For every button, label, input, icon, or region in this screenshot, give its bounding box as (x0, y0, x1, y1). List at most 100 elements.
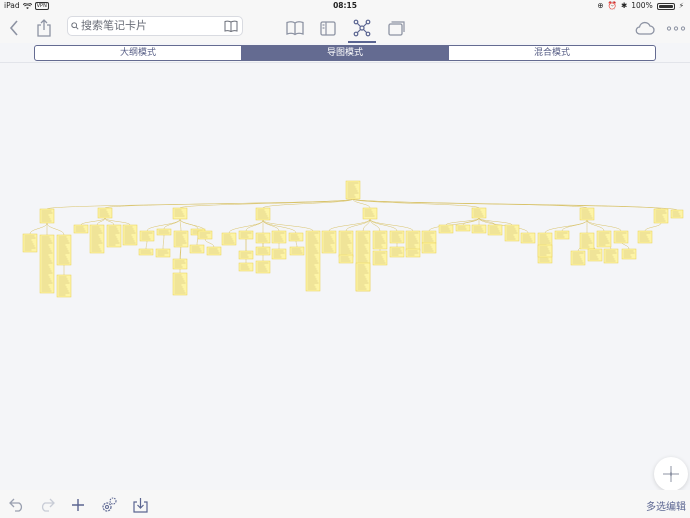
mindmap-card[interactable] (173, 230, 189, 248)
mindmap-card[interactable] (621, 248, 637, 260)
mindmap-card[interactable] (22, 233, 38, 253)
cloud-sync-icon[interactable] (635, 18, 655, 38)
import-icon[interactable] (131, 496, 149, 514)
mindmap-card[interactable] (653, 208, 669, 224)
mindmap-link (163, 218, 181, 230)
tab-outline-mode[interactable]: 大纲模式 (35, 46, 242, 60)
mindmap-card[interactable] (405, 248, 421, 258)
mindmap-card[interactable] (271, 248, 287, 260)
mindmap-link (29, 222, 48, 235)
mindmap-card[interactable] (305, 230, 321, 292)
mindmap-card[interactable] (389, 246, 405, 258)
search-input[interactable]: 搜索笔记卡片 (67, 16, 243, 36)
battery-percent: 100% (631, 1, 653, 10)
mindmap-link (328, 218, 371, 232)
mindmap-card[interactable] (554, 230, 570, 240)
mindmap-link (295, 240, 298, 248)
mindmap-card[interactable] (255, 232, 271, 244)
mindmap-card[interactable] (603, 248, 619, 264)
mindmap-card[interactable] (345, 180, 361, 200)
mindmap-card[interactable] (471, 224, 487, 234)
mindmap-card[interactable] (138, 248, 154, 256)
mindmap-card[interactable] (122, 224, 138, 246)
battery-icon (656, 2, 675, 10)
mindmap-card[interactable] (271, 230, 287, 244)
mindmap-card[interactable] (504, 224, 520, 242)
mindmap-card[interactable] (97, 207, 113, 219)
mindmap-card[interactable] (56, 234, 72, 266)
mindmap-card[interactable] (421, 242, 437, 254)
mindmap-card[interactable] (206, 246, 222, 256)
mindmap-card[interactable] (197, 230, 213, 240)
mindmap-card[interactable] (520, 232, 536, 244)
tab-mindmap-mode[interactable]: 导图模式 (242, 46, 449, 60)
mindmap-card[interactable] (238, 262, 254, 272)
mindmap-card[interactable] (372, 250, 388, 266)
status-bar: iPad VPN 08:15 ⊕ ⏰ ✱ 100% ⚡ (0, 0, 690, 12)
mindmap-graph (22, 180, 684, 298)
mindmap-card[interactable] (255, 260, 271, 274)
mindmap-card[interactable] (39, 208, 55, 224)
multi-select-edit-button[interactable]: 多选编辑 (646, 498, 686, 513)
mindmap-card[interactable] (238, 230, 254, 240)
mindmap-card[interactable] (670, 209, 684, 219)
mindmap-card[interactable] (172, 258, 188, 270)
mindmap-card[interactable] (537, 244, 553, 258)
mindmap-canvas[interactable] (0, 62, 690, 490)
share-icon[interactable] (34, 18, 54, 38)
mindmap-card[interactable] (172, 207, 188, 220)
mindmap-card[interactable] (255, 207, 271, 221)
mindmap-card[interactable] (56, 274, 72, 298)
mindmap-view-icon[interactable] (352, 18, 372, 38)
mindmap-card[interactable] (471, 207, 487, 219)
settings-icon[interactable] (100, 496, 118, 514)
mindmap-card[interactable] (156, 228, 172, 236)
mindmap-card[interactable] (289, 246, 305, 256)
mindmap-card[interactable] (155, 248, 171, 258)
undo-icon[interactable] (8, 496, 26, 514)
add-icon[interactable] (69, 496, 87, 514)
reader-view-icon[interactable] (285, 18, 305, 38)
mindmap-card[interactable] (189, 244, 205, 254)
mindmap-card[interactable] (139, 230, 155, 242)
bottom-toolbar: 多选编辑 (0, 490, 690, 518)
mindmap-card[interactable] (255, 246, 271, 256)
mindmap-card[interactable] (338, 254, 354, 264)
mindmap-card[interactable] (172, 272, 188, 296)
mindmap-card[interactable] (288, 232, 304, 242)
mindmap-card[interactable] (372, 230, 388, 250)
mindmap-card[interactable] (613, 230, 629, 244)
mindmap-card[interactable] (637, 230, 653, 244)
location-icon: ⊕ (597, 1, 604, 10)
mindmap-card[interactable] (39, 234, 55, 294)
center-map-button[interactable] (654, 457, 688, 491)
mindmap-card[interactable] (338, 230, 354, 258)
mindmap-card[interactable] (487, 224, 503, 236)
mindmap-card[interactable] (579, 207, 595, 221)
mindmap-card[interactable] (389, 230, 405, 244)
mindmap-card[interactable] (321, 230, 337, 254)
more-icon[interactable] (665, 18, 687, 38)
mindmap-card[interactable] (362, 207, 378, 220)
mindmap-card[interactable] (438, 224, 454, 234)
back-icon[interactable] (4, 18, 24, 38)
mindmap-card[interactable] (238, 250, 254, 260)
mindmap-link (352, 198, 662, 210)
redo-icon[interactable] (38, 496, 56, 514)
book-icon[interactable] (224, 20, 238, 32)
mindmap-card[interactable] (355, 262, 371, 292)
mindmap-card[interactable] (579, 232, 595, 250)
mindmap-card[interactable] (570, 250, 586, 266)
mindmap-card[interactable] (587, 248, 603, 262)
mindmap-card[interactable] (421, 230, 437, 244)
outline-view-icon[interactable] (318, 18, 338, 38)
mindmap-card[interactable] (596, 230, 612, 248)
mindmap-card[interactable] (455, 224, 471, 232)
mindmap-card[interactable] (73, 224, 89, 234)
mindmap-card[interactable] (89, 224, 105, 254)
tab-mixed-mode[interactable]: 混合模式 (449, 46, 655, 60)
mindmap-card[interactable] (106, 224, 122, 248)
mindmap-card[interactable] (221, 232, 237, 246)
card-view-icon[interactable] (386, 18, 406, 38)
mindmap-card[interactable] (405, 230, 421, 252)
